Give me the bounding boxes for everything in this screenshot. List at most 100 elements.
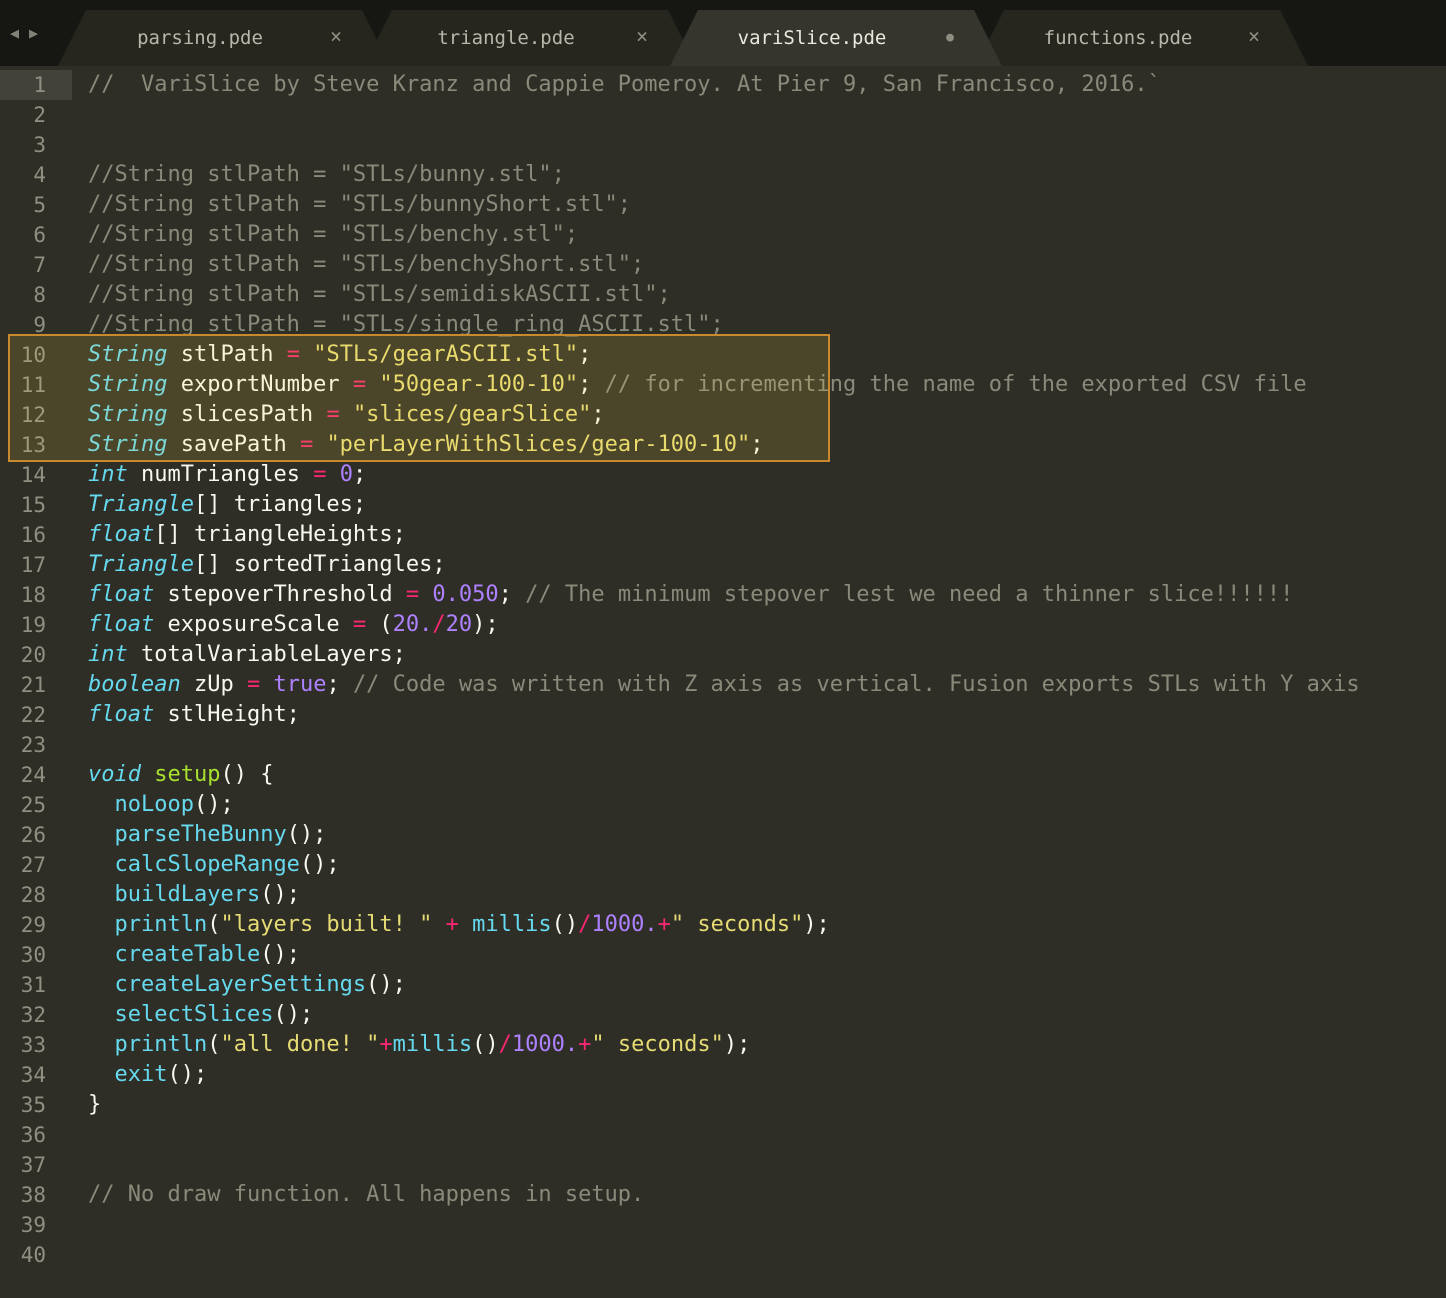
- tab-triangle-pde[interactable]: triangle.pde ×: [364, 10, 696, 66]
- code-line[interactable]: 2: [0, 100, 1446, 130]
- line-number: 10: [20, 343, 46, 367]
- code-line[interactable]: 26 parseTheBunny();: [0, 820, 1446, 850]
- line-number: 2: [33, 103, 46, 127]
- line-number: 3: [33, 133, 46, 157]
- code-line[interactable]: 9 //String stlPath = "STLs/single_ring_AS…: [0, 310, 1446, 340]
- line-number: 7: [33, 253, 46, 277]
- editor-window: ◀ ▶ parsing.pde × triangle.pde × variSlice.p…: [0, 0, 1446, 1298]
- code-text: boolean zUp = true; // Code was written …: [88, 672, 1360, 697]
- code-line[interactable]: 8 //String stlPath = "STLs/semidiskASCII.…: [0, 280, 1446, 310]
- line-number: 27: [20, 853, 46, 877]
- line-number: 5: [33, 193, 46, 217]
- code-line[interactable]: 16 float[] triangleHeights;: [0, 520, 1446, 550]
- nav-forward-icon[interactable]: ▶: [29, 24, 38, 42]
- code-line[interactable]: 29 println("layers built! " + millis()/1…: [0, 910, 1446, 940]
- code-line[interactable]: 14 int numTriangles = 0;: [0, 460, 1446, 490]
- code-line[interactable]: 22 float stlHeight;: [0, 700, 1446, 730]
- line-number: 37: [20, 1153, 46, 1177]
- line-number: 4: [33, 163, 46, 187]
- code-text: selectSlices();: [114, 1002, 314, 1027]
- code-editor[interactable]: 1 // VariSlice by Steve Kranz and Cappie …: [0, 66, 1446, 1298]
- line-number: 20: [20, 643, 46, 667]
- line-number: 17: [20, 553, 46, 577]
- code-line[interactable]: 37: [0, 1150, 1446, 1180]
- code-text: int numTriangles = 0;: [88, 462, 367, 487]
- line-number: 12: [20, 403, 46, 427]
- code-text: String slicesPath = "slices/gearSlice";: [88, 402, 605, 427]
- code-line[interactable]: 4 //String stlPath = "STLs/bunny.stl";: [0, 160, 1446, 190]
- code-line[interactable]: 27 calcSlopeRange();: [0, 850, 1446, 880]
- code-line[interactable]: 30 createTable();: [0, 940, 1446, 970]
- code-line[interactable]: 1 // VariSlice by Steve Kranz and Cappie …: [0, 70, 1446, 100]
- line-number: 6: [33, 223, 46, 247]
- tab-nav-arrows: ◀ ▶: [10, 24, 38, 42]
- code-line[interactable]: 33 println("all done! "+millis()/1000.+"…: [0, 1030, 1446, 1060]
- code-line[interactable]: 23: [0, 730, 1446, 760]
- code-line[interactable]: 10 String stlPath = "STLs/gearASCII.stl";: [0, 340, 1446, 370]
- code-line[interactable]: 35}: [0, 1090, 1446, 1120]
- code-line[interactable]: 12 String slicesPath = "slices/gearSlice"…: [0, 400, 1446, 430]
- code-text: buildLayers();: [114, 882, 300, 907]
- code-line[interactable]: 17 Triangle[] sortedTriangles;: [0, 550, 1446, 580]
- code-line[interactable]: 28 buildLayers();: [0, 880, 1446, 910]
- tab-variSlice-pde[interactable]: variSlice.pde ●: [670, 10, 1002, 66]
- code-text: //String stlPath = "STLs/bunnyShort.stl"…: [88, 192, 632, 217]
- code-line[interactable]: 13 String savePath = "perLayerWithSlices/…: [0, 430, 1446, 460]
- code-text: float[] triangleHeights;: [88, 522, 406, 547]
- modified-dot-icon: ●: [946, 30, 954, 45]
- tab-parsing-pde[interactable]: parsing.pde ×: [58, 10, 390, 66]
- line-number: 39: [20, 1213, 46, 1237]
- line-number: 8: [33, 283, 46, 307]
- line-number: 26: [20, 823, 46, 847]
- line-number: 34: [20, 1063, 46, 1087]
- line-number: 35: [20, 1093, 46, 1117]
- line-number: 25: [20, 793, 46, 817]
- code-text: String savePath = "perLayerWithSlices/ge…: [88, 432, 764, 457]
- code-text: //String stlPath = "STLs/bunny.stl";: [88, 162, 565, 187]
- code-line[interactable]: 15 Triangle[] triangles;: [0, 490, 1446, 520]
- code-line[interactable]: 5 //String stlPath = "STLs/bunnyShort.stl…: [0, 190, 1446, 220]
- line-number: 13: [20, 433, 46, 457]
- line-number: 11: [20, 373, 46, 397]
- code-text: String exportNumber = "50gear-100-10"; /…: [88, 372, 1307, 397]
- code-line[interactable]: 34 exit();: [0, 1060, 1446, 1090]
- close-icon[interactable]: ×: [1248, 26, 1260, 46]
- close-icon[interactable]: ×: [330, 26, 342, 46]
- line-number: 22: [20, 703, 46, 727]
- code-line[interactable]: 7 //String stlPath = "STLs/benchyShort.st…: [0, 250, 1446, 280]
- code-text: float stepoverThreshold = 0.050; // The …: [88, 582, 1294, 607]
- code-line[interactable]: 11 String exportNumber = "50gear-100-10";…: [0, 370, 1446, 400]
- code-line[interactable]: 39: [0, 1210, 1446, 1240]
- code-line[interactable]: 32 selectSlices();: [0, 1000, 1446, 1030]
- line-number: 29: [20, 913, 46, 937]
- code-line[interactable]: 19 float exposureScale = (20./20);: [0, 610, 1446, 640]
- line-number: 28: [20, 883, 46, 907]
- tab-functions-pde[interactable]: functions.pde ×: [976, 10, 1308, 66]
- nav-back-icon[interactable]: ◀: [10, 24, 19, 42]
- code-line[interactable]: 36: [0, 1120, 1446, 1150]
- line-number: 18: [20, 583, 46, 607]
- code-line[interactable]: 6 //String stlPath = "STLs/benchy.stl";: [0, 220, 1446, 250]
- code-text: String stlPath = "STLs/gearASCII.stl";: [88, 342, 592, 367]
- line-number: 36: [20, 1123, 46, 1147]
- line-number: 33: [20, 1033, 46, 1057]
- tab-label: variSlice.pde: [737, 27, 887, 49]
- code-line[interactable]: 24 void setup() {: [0, 760, 1446, 790]
- code-line[interactable]: 21 boolean zUp = true; // Code was writte…: [0, 670, 1446, 700]
- line-number: 30: [20, 943, 46, 967]
- code-line[interactable]: 38 // No draw function. All happens in se…: [0, 1180, 1446, 1210]
- close-icon[interactable]: ×: [636, 26, 648, 46]
- code-text: float exposureScale = (20./20);: [88, 612, 499, 637]
- code-line[interactable]: 40: [0, 1240, 1446, 1270]
- code-line[interactable]: 20 int totalVariableLayers;: [0, 640, 1446, 670]
- code-line[interactable]: 18 float stepoverThreshold = 0.050; // Th…: [0, 580, 1446, 610]
- code-text: //String stlPath = "STLs/benchyShort.stl…: [88, 252, 645, 277]
- code-text: float stlHeight;: [88, 702, 300, 727]
- tab-label: functions.pde: [1043, 27, 1193, 49]
- line-number: 14: [20, 463, 46, 487]
- code-line[interactable]: 25 noLoop();: [0, 790, 1446, 820]
- code-line[interactable]: 3: [0, 130, 1446, 160]
- code-line[interactable]: 31 createLayerSettings();: [0, 970, 1446, 1000]
